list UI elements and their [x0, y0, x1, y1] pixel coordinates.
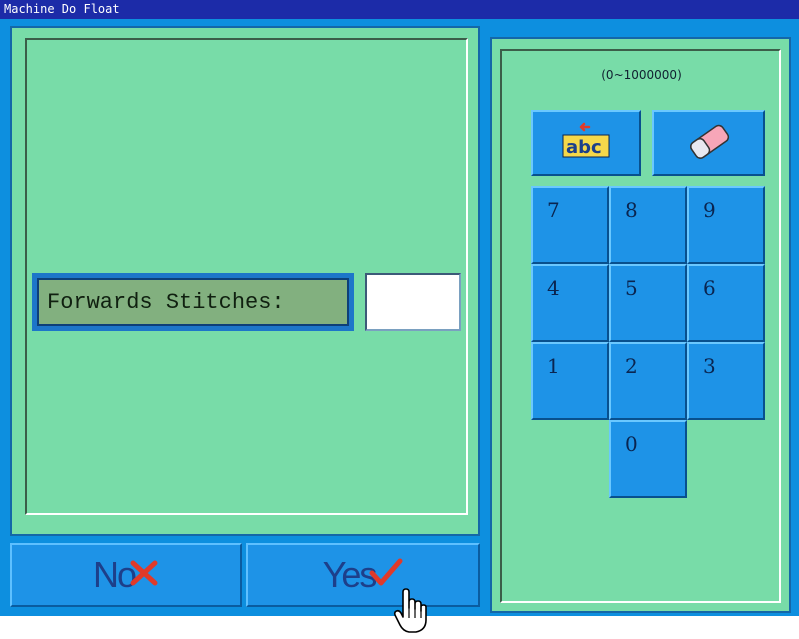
eraser-icon: [684, 121, 734, 166]
forwards-stitches-input[interactable]: [365, 273, 461, 331]
no-button[interactable]: No: [10, 543, 242, 607]
range-label: (0~1000000): [601, 68, 682, 82]
backspace-icon: abc: [559, 121, 613, 166]
key-5[interactable]: 5: [609, 264, 687, 342]
key-9[interactable]: 9: [687, 186, 765, 264]
yes-button[interactable]: Yes: [246, 543, 480, 607]
key-6[interactable]: 6: [687, 264, 765, 342]
forwards-stitches-label: Forwards Stitches:: [37, 278, 349, 326]
cross-icon: [129, 554, 159, 597]
key-4[interactable]: 4: [531, 264, 609, 342]
yes-button-label: Yes: [322, 554, 378, 595]
key-0[interactable]: 0: [609, 420, 687, 498]
key-1[interactable]: 1: [531, 342, 609, 420]
backspace-icon-text: abc: [566, 137, 602, 158]
key-8[interactable]: 8: [609, 186, 687, 264]
backspace-button[interactable]: abc: [531, 110, 641, 176]
key-3[interactable]: 3: [687, 342, 765, 420]
window-title: Machine Do Float: [0, 0, 799, 19]
key-2[interactable]: 2: [609, 342, 687, 420]
hand-cursor-icon: [393, 588, 429, 634]
clear-button[interactable]: [652, 110, 765, 176]
key-7[interactable]: 7: [531, 186, 609, 264]
forwards-stitches-label-box: Forwards Stitches:: [32, 273, 354, 331]
